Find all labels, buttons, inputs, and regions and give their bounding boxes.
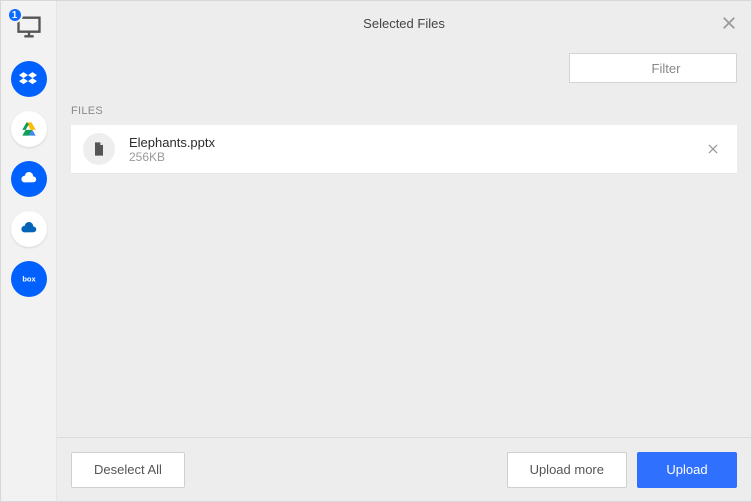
source-box[interactable]: box [9, 259, 49, 299]
onedrive-business-icon [11, 211, 47, 247]
filter-box[interactable] [569, 53, 737, 83]
source-google-drive[interactable] [9, 109, 49, 149]
source-onedrive-business[interactable] [9, 209, 49, 249]
file-remove-button[interactable] [701, 137, 725, 161]
file-list: Elephants.pptx 256KB [57, 125, 751, 173]
files-section-label: FILES [57, 93, 751, 125]
source-dropbox[interactable] [9, 59, 49, 99]
close-button[interactable] [717, 11, 741, 35]
dropbox-icon [11, 61, 47, 97]
box-icon: box [11, 261, 47, 297]
badge-count: 1 [7, 7, 23, 23]
file-row[interactable]: Elephants.pptx 256KB [71, 125, 737, 173]
filter-input[interactable] [578, 61, 752, 76]
upload-more-button[interactable]: Upload more [507, 452, 627, 488]
upload-button[interactable]: Upload [637, 452, 737, 488]
svg-text:box: box [22, 275, 36, 284]
file-size: 256KB [129, 150, 701, 164]
main-panel: Selected Files FILES Elephants.pptx 256K… [57, 1, 751, 501]
onedrive-icon [11, 161, 47, 197]
source-sidebar: 1 box [1, 1, 57, 501]
close-icon [720, 14, 738, 32]
file-meta: Elephants.pptx 256KB [129, 135, 701, 164]
file-icon [91, 141, 107, 157]
deselect-all-button[interactable]: Deselect All [71, 452, 185, 488]
file-name: Elephants.pptx [129, 135, 701, 150]
source-onedrive[interactable] [9, 159, 49, 199]
header: Selected Files [57, 1, 751, 45]
google-drive-icon [11, 111, 47, 147]
page-title: Selected Files [363, 16, 445, 31]
source-local-computer[interactable]: 1 [9, 9, 49, 49]
file-thumb [83, 133, 115, 165]
footer: Deselect All Upload more Upload [57, 437, 751, 501]
close-icon [706, 142, 720, 156]
